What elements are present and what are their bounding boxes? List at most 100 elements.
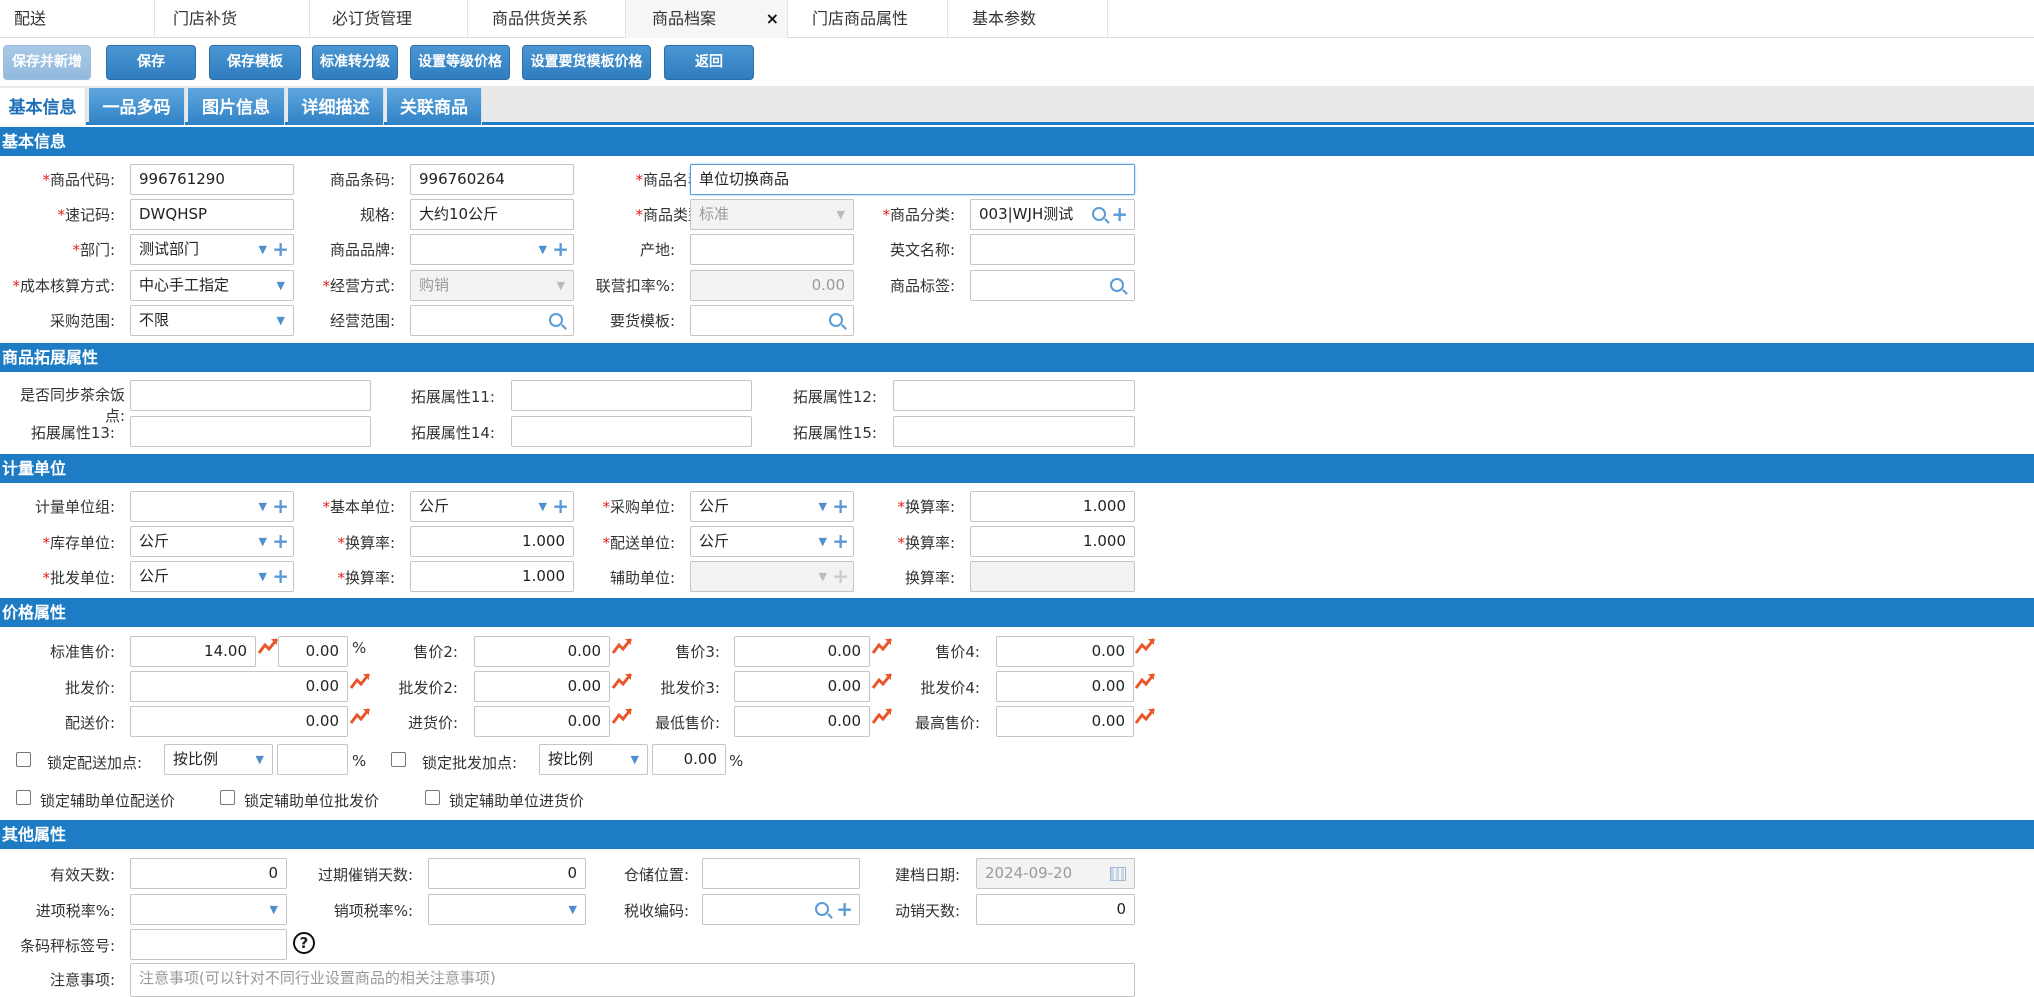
- trend-icon[interactable]: [1134, 637, 1156, 655]
- trend-icon[interactable]: [349, 672, 371, 690]
- chevron-down-icon[interactable]: ▼: [277, 271, 285, 300]
- barcode-input[interactable]: 996760264: [410, 164, 574, 195]
- sales-days-input[interactable]: 0: [976, 894, 1135, 925]
- trend-icon[interactable]: [349, 707, 371, 725]
- chevron-down-icon[interactable]: ▼: [259, 235, 267, 264]
- ext-attr15-input[interactable]: [893, 416, 1135, 447]
- ext-attr13-input[interactable]: [130, 416, 371, 447]
- search-icon[interactable]: [829, 313, 843, 327]
- plus-icon[interactable]: +: [1111, 200, 1128, 229]
- wholesale-price2-input[interactable]: 0.00: [474, 671, 610, 702]
- plus-icon[interactable]: +: [552, 235, 569, 264]
- ext-attr14-input[interactable]: [511, 416, 752, 447]
- chevron-down-icon[interactable]: ▼: [631, 745, 639, 774]
- search-icon[interactable]: [549, 313, 563, 327]
- plus-icon[interactable]: +: [272, 527, 289, 556]
- product-tag-input[interactable]: [970, 270, 1135, 301]
- page-tab-required-order[interactable]: 必订货管理: [310, 0, 468, 38]
- plus-icon[interactable]: +: [272, 492, 289, 521]
- delivery-price-input[interactable]: 0.00: [130, 706, 348, 737]
- help-icon[interactable]: ?: [293, 932, 315, 954]
- sync-input[interactable]: [130, 380, 371, 411]
- price4-input[interactable]: 0.00: [996, 636, 1134, 667]
- set-order-template-price-button[interactable]: 设置要货模板价格: [522, 45, 651, 80]
- price2-input[interactable]: 0.00: [474, 636, 610, 667]
- lock-aux-wholesale-checkbox[interactable]: [220, 790, 235, 805]
- wholesale-price-input[interactable]: 0.00: [130, 671, 348, 702]
- plus-icon[interactable]: +: [836, 895, 853, 924]
- expire-days-input[interactable]: 0: [428, 858, 586, 889]
- wholesale-price4-input[interactable]: 0.00: [996, 671, 1134, 702]
- purchase-unit-select[interactable]: 公斤 ▼ +: [690, 491, 854, 522]
- save-button[interactable]: 保存: [106, 45, 196, 80]
- lock-wholesale-markup-checkbox[interactable]: [391, 752, 406, 767]
- plus-icon[interactable]: +: [832, 492, 849, 521]
- std-price-input[interactable]: 14.00: [130, 636, 256, 667]
- purchase-price-input[interactable]: 0.00: [474, 706, 610, 737]
- dept-select[interactable]: 测试部门 ▼ +: [130, 234, 294, 265]
- chevron-down-icon[interactable]: ▼: [819, 492, 827, 521]
- trend-icon[interactable]: [257, 637, 279, 655]
- plus-icon[interactable]: +: [272, 562, 289, 591]
- delivery-rate-input[interactable]: 1.000: [970, 526, 1135, 557]
- stock-unit-select[interactable]: 公斤 ▼ +: [130, 526, 294, 557]
- std-to-grade-button[interactable]: 标准转分级: [312, 45, 398, 80]
- trend-icon[interactable]: [1134, 672, 1156, 690]
- lock-delivery-pct-input[interactable]: [277, 744, 348, 775]
- chevron-down-icon[interactable]: ▼: [256, 745, 264, 774]
- order-template-input[interactable]: [690, 305, 854, 336]
- save-and-new-button[interactable]: 保存并新增: [3, 45, 91, 80]
- storage-location-input[interactable]: [702, 858, 860, 889]
- plus-icon[interactable]: +: [272, 235, 289, 264]
- chevron-down-icon[interactable]: ▼: [259, 527, 267, 556]
- form-tab-images[interactable]: 图片信息: [188, 88, 285, 125]
- spec-input[interactable]: 大约10公斤: [410, 199, 574, 230]
- plus-icon[interactable]: +: [552, 492, 569, 521]
- form-tab-multi-code[interactable]: 一品多码: [89, 88, 185, 125]
- search-icon[interactable]: [815, 902, 829, 916]
- save-template-button[interactable]: 保存模板: [209, 45, 301, 80]
- lock-wholesale-pct-input[interactable]: 0.00: [652, 744, 726, 775]
- plus-icon[interactable]: +: [832, 527, 849, 556]
- chevron-down-icon[interactable]: ▼: [819, 527, 827, 556]
- scale-label-no-input[interactable]: [130, 929, 287, 960]
- page-tab-supply-relation[interactable]: 商品供货关系: [468, 0, 626, 38]
- max-price-input[interactable]: 0.00: [996, 706, 1134, 737]
- search-icon[interactable]: [1110, 278, 1124, 292]
- notes-textarea[interactable]: 注意事项(可以针对不同行业设置商品的相关注意事项): [130, 963, 1135, 997]
- brand-select[interactable]: ▼ +: [410, 234, 574, 265]
- valid-days-input[interactable]: 0: [130, 858, 287, 889]
- ext-attr11-input[interactable]: [511, 380, 752, 411]
- chevron-down-icon[interactable]: ▼: [539, 492, 547, 521]
- std-price-pct-input[interactable]: 0.00: [278, 636, 348, 667]
- back-button[interactable]: 返回: [664, 45, 754, 80]
- purchase-scope-select[interactable]: 不限 ▼: [130, 305, 294, 336]
- page-tab-delivery[interactable]: 配送: [0, 0, 155, 38]
- base-unit-select[interactable]: 公斤 ▼ +: [410, 491, 574, 522]
- wholesale-price3-input[interactable]: 0.00: [734, 671, 870, 702]
- input-tax-select[interactable]: ▼: [130, 894, 287, 925]
- close-icon[interactable]: ×: [766, 0, 779, 37]
- form-tab-basic[interactable]: 基本信息: [0, 88, 86, 125]
- ext-attr12-input[interactable]: [893, 380, 1135, 411]
- chevron-down-icon[interactable]: ▼: [277, 306, 285, 335]
- wholesale-rate-input[interactable]: 1.000: [410, 561, 574, 592]
- page-tab-store-replenish[interactable]: 门店补货: [155, 0, 310, 38]
- set-grade-price-button[interactable]: 设置等级价格: [410, 45, 510, 80]
- lock-delivery-mode-select[interactable]: 按比例 ▼: [164, 744, 273, 775]
- chevron-down-icon[interactable]: ▼: [259, 492, 267, 521]
- lock-wholesale-mode-select[interactable]: 按比例 ▼: [539, 744, 648, 775]
- category-input[interactable]: 003|WJH测试 +: [970, 199, 1135, 230]
- lock-delivery-markup-checkbox[interactable]: [16, 752, 31, 767]
- chevron-down-icon[interactable]: ▼: [539, 235, 547, 264]
- tax-code-input[interactable]: +: [702, 894, 860, 925]
- cost-method-select[interactable]: 中心手工指定 ▼: [130, 270, 294, 301]
- origin-input[interactable]: [690, 234, 854, 265]
- page-tab-store-product-attr[interactable]: 门店商品属性: [788, 0, 948, 38]
- chevron-down-icon[interactable]: ▼: [569, 895, 577, 924]
- wholesale-unit-select[interactable]: 公斤 ▼ +: [130, 561, 294, 592]
- product-code-input[interactable]: 996761290: [130, 164, 294, 195]
- price3-input[interactable]: 0.00: [734, 636, 870, 667]
- output-tax-select[interactable]: ▼: [428, 894, 586, 925]
- page-tab-basic-params[interactable]: 基本参数: [948, 0, 1108, 38]
